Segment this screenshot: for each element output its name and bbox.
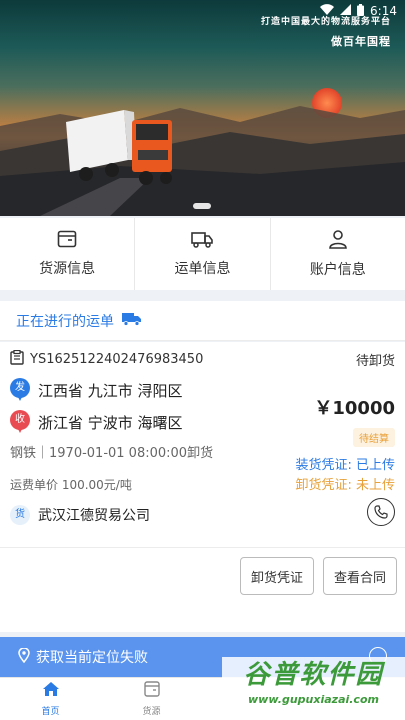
freight-unit-price: 运费单价 100.00元/吨 bbox=[10, 478, 132, 492]
shipper-company: 武汉江德贸易公司 bbox=[38, 508, 150, 524]
order-number: YS1625122402476983450 bbox=[30, 351, 204, 367]
shipper-company-row: 货 武汉江德贸易公司 bbox=[10, 505, 150, 525]
order-header: YS1625122402476983450 待卸货 bbox=[10, 348, 395, 370]
destination-pin-icon: 收 bbox=[10, 410, 30, 434]
quick-menu: 货源信息 运单信息 账户信息 bbox=[0, 218, 405, 290]
order-card[interactable]: YS1625122402476983450 待卸货 发 江西省 九江市 浔阳区 … bbox=[0, 342, 405, 632]
tab-label: 首页 bbox=[41, 707, 60, 717]
phone-icon bbox=[374, 505, 388, 519]
signal-icon bbox=[340, 4, 352, 18]
banner-landscape bbox=[0, 106, 405, 216]
document-icon bbox=[57, 230, 77, 252]
home-icon bbox=[42, 681, 60, 701]
quick-menu-waybill-info[interactable]: 运单信息 bbox=[135, 218, 271, 290]
truck-icon bbox=[122, 311, 142, 330]
status-bar: 6:14 bbox=[0, 0, 405, 22]
quick-menu-label: 运单信息 bbox=[174, 261, 231, 277]
banner-slogan-line2: 做百年国程 bbox=[331, 35, 391, 48]
watermark-url: www.gupuxiazai.com bbox=[248, 693, 379, 706]
unloading-proof-status: 卸货凭证: 未上传 bbox=[295, 478, 395, 493]
active-orders-title: 正在进行的运单 bbox=[16, 313, 114, 330]
order-price: ￥10000 bbox=[314, 398, 395, 419]
cargo-icon bbox=[143, 681, 160, 701]
carousel-indicator[interactable] bbox=[193, 203, 211, 209]
location-pin-icon bbox=[18, 646, 30, 667]
watermark-logo: 谷普软件园 www.gupuxiazai.com bbox=[222, 657, 405, 720]
location-message: 获取当前定位失败 bbox=[36, 650, 148, 666]
tab-cargo[interactable]: 货源 bbox=[101, 678, 202, 720]
loading-proof-status: 装货凭证: 已上传 bbox=[295, 458, 395, 473]
tab-home[interactable]: 首页 bbox=[0, 678, 101, 720]
phone-call-button[interactable] bbox=[367, 498, 395, 526]
quick-menu-cargo-info[interactable]: 货源信息 bbox=[0, 218, 136, 290]
origin-address: 江西省 九江市 浔阳区 bbox=[38, 381, 183, 400]
quick-menu-label: 账户信息 bbox=[309, 262, 366, 278]
tab-label: 货源 bbox=[142, 707, 161, 717]
watermark-title: 谷普软件园 bbox=[243, 660, 384, 690]
company-badge: 货 bbox=[10, 505, 30, 525]
destination-address: 浙江省 宁波市 海曙区 bbox=[38, 413, 183, 432]
status-time: 6:14 bbox=[370, 4, 397, 18]
truck-icon bbox=[191, 230, 214, 252]
quick-menu-label: 货源信息 bbox=[39, 261, 96, 277]
order-status: 待卸货 bbox=[355, 353, 395, 369]
clipboard-icon bbox=[10, 349, 24, 369]
origin-address-row: 发 江西省 九江市 浔阳区 bbox=[10, 378, 183, 402]
quick-menu-account-info[interactable]: 账户信息 bbox=[271, 218, 405, 290]
user-icon bbox=[328, 229, 348, 253]
truck-illustration bbox=[66, 110, 172, 185]
origin-pin-icon: 发 bbox=[10, 378, 30, 402]
unload-proof-button[interactable]: 卸货凭证 bbox=[240, 557, 314, 595]
wifi-icon bbox=[320, 4, 335, 18]
payment-status-badge: 待结算 bbox=[353, 428, 395, 447]
banner-carousel[interactable]: 打造中国最大的物流服务平台 做百年国程 bbox=[0, 0, 405, 216]
battery-icon bbox=[357, 3, 365, 19]
active-orders-header: 正在进行的运单 bbox=[0, 301, 405, 341]
destination-address-row: 收 浙江省 宁波市 海曙区 bbox=[10, 410, 183, 434]
view-contract-button[interactable]: 查看合同 bbox=[323, 557, 397, 595]
goods-info: 钢铁｜1970-01-01 08:00:00卸货 bbox=[10, 446, 214, 461]
card-divider bbox=[0, 547, 405, 548]
